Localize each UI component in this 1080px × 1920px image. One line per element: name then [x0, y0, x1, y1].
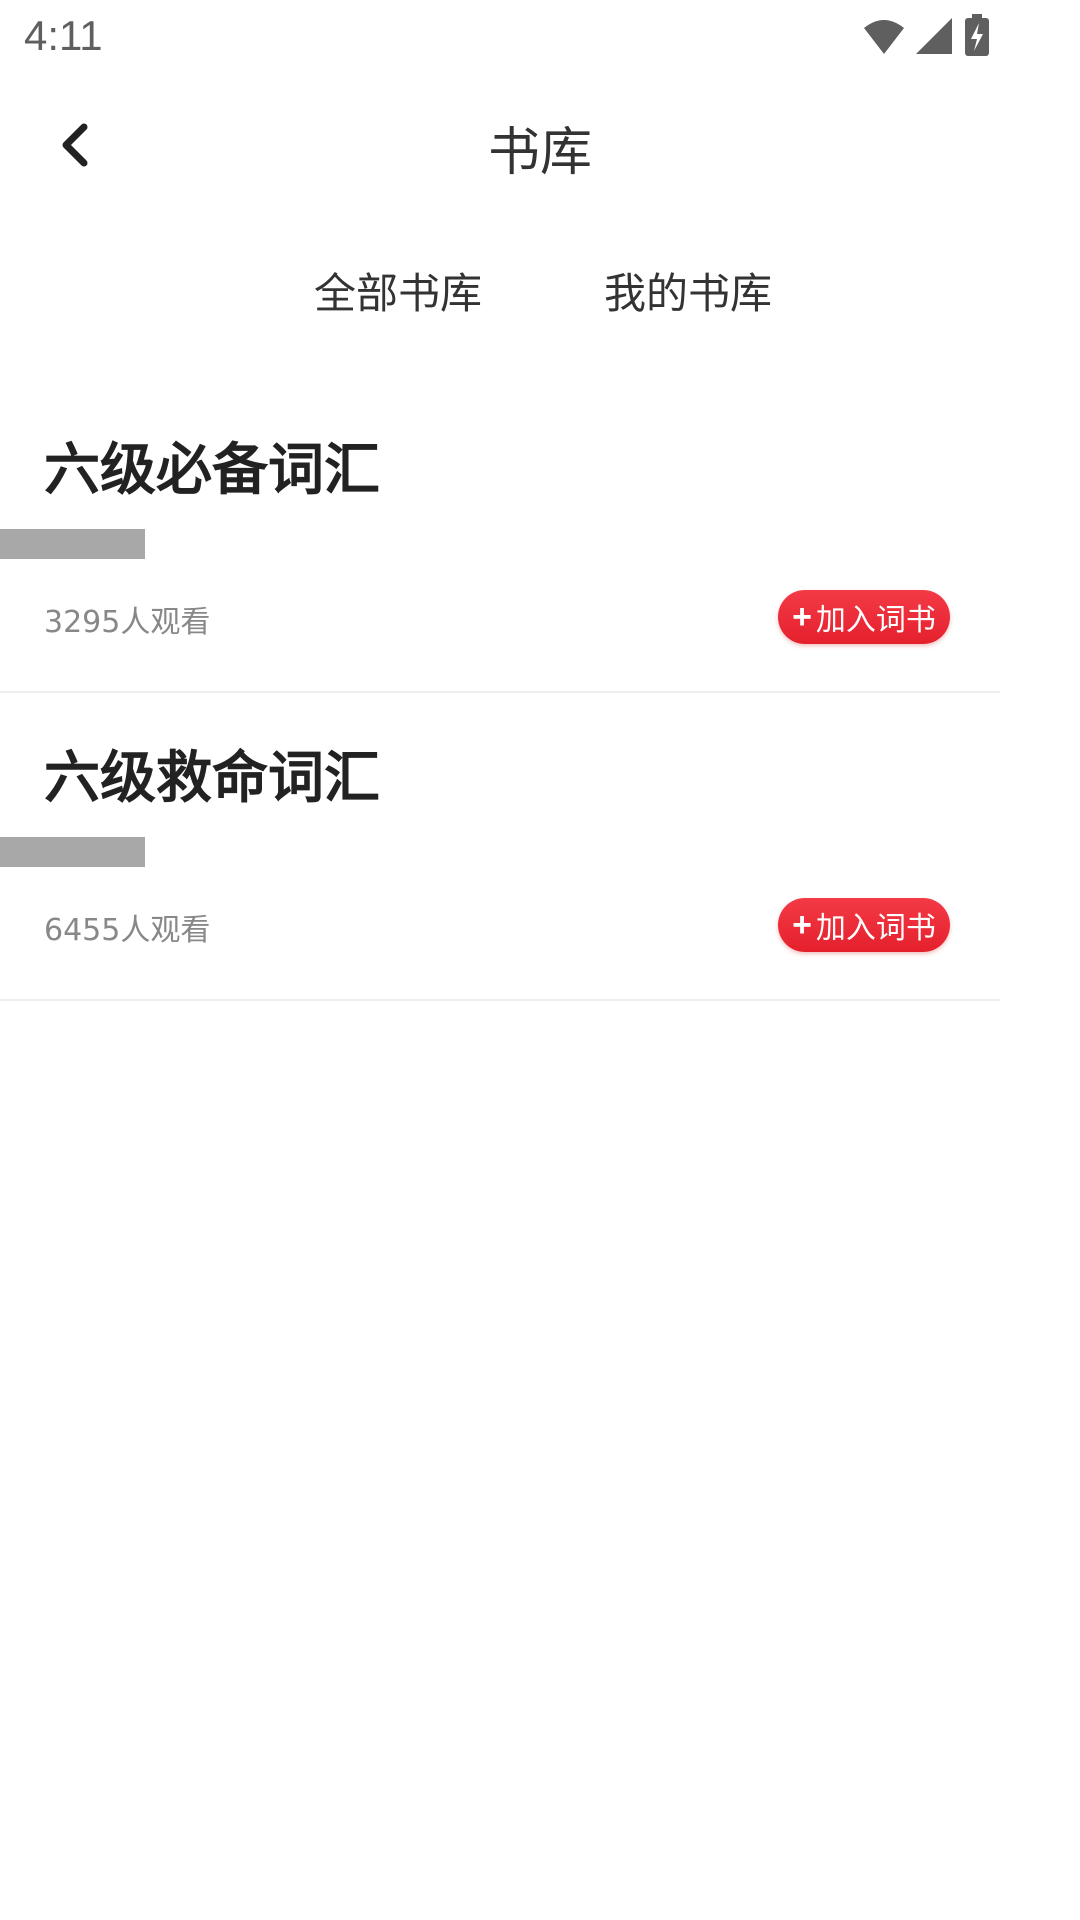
book-list-item[interactable]: 六级救命词汇 6455人观看 + 加入词书 [0, 693, 1000, 1001]
book-progress-bar [0, 837, 145, 867]
plus-icon: + [792, 597, 812, 636]
book-view-count: 3295人观看 [44, 605, 211, 640]
add-button-label: 加入词书 [815, 604, 936, 637]
add-button-label: 加入词书 [815, 912, 936, 945]
tab-my-libraries[interactable]: 我的书库 [604, 260, 772, 321]
status-time: 4:11 [24, 12, 103, 59]
wifi-icon [864, 20, 904, 54]
book-list-item[interactable]: 六级必备词汇 3295人观看 + 加入词书 [0, 385, 1000, 693]
plus-icon: + [792, 905, 812, 944]
book-list: 六级必备词汇 3295人观看 + 加入词书 六级救命词汇 6455人观看 + 加… [0, 385, 1000, 1001]
battery-charging-icon [965, 14, 989, 56]
page-title: 书库 [487, 123, 592, 183]
book-title: 六级救命词汇 [44, 746, 380, 811]
book-view-count: 6455人观看 [44, 913, 211, 948]
tab-bar: 全部书库 我的书库 [0, 260, 1080, 330]
title-bar: 书库 [0, 90, 1000, 200]
app-screen: 4:11 书库 全部书库 我的书库 六级必备词汇 3295人观看 + 加入词书 … [0, 0, 1000, 1920]
signal-icon [916, 18, 952, 54]
book-progress-bar [0, 529, 145, 559]
status-icons [860, 14, 1000, 58]
add-to-wordbook-button[interactable]: + 加入词书 [778, 590, 950, 644]
status-bar: 4:11 [0, 0, 1000, 72]
add-to-wordbook-button[interactable]: + 加入词书 [778, 898, 950, 952]
book-title: 六级必备词汇 [44, 438, 380, 503]
tab-all-libraries[interactable]: 全部书库 [314, 260, 482, 321]
